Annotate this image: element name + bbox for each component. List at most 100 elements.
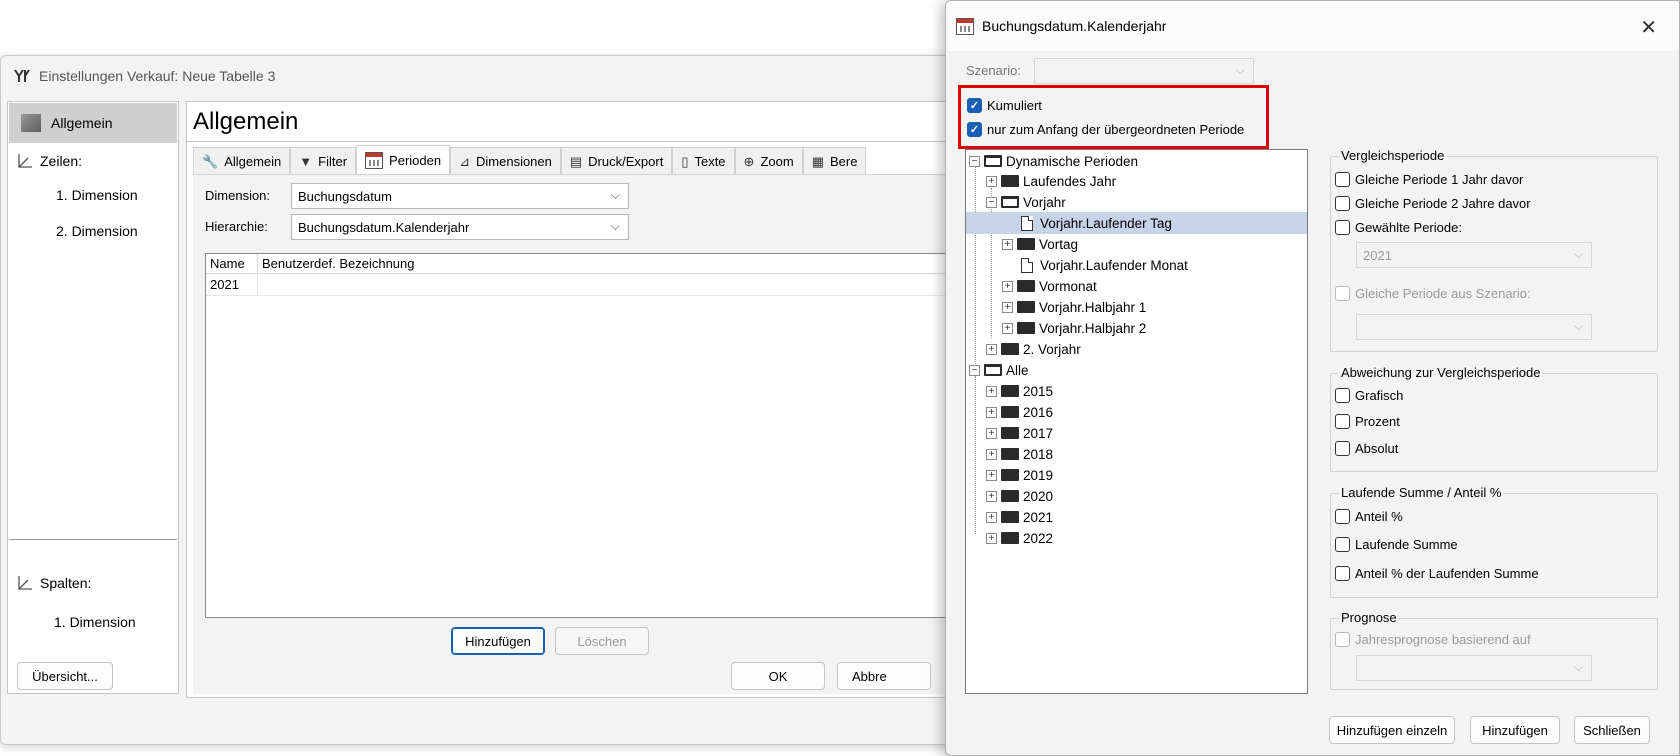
highlight-box bbox=[958, 85, 1269, 149]
tree-node-vorjahr-halbjahr-2[interactable]: + Vorjahr.Halbjahr 2 bbox=[1002, 317, 1146, 339]
tab-perioden[interactable]: Perioden bbox=[356, 145, 451, 175]
dialog-add-button[interactable]: Hinzufügen bbox=[1470, 716, 1560, 744]
tree-node-year[interactable]: +2022 bbox=[986, 527, 1053, 549]
delete-button[interactable]: Löschen bbox=[555, 627, 649, 655]
expand-icon: + bbox=[986, 385, 997, 397]
axis-icon bbox=[18, 154, 32, 168]
nav-rows-header[interactable]: Zeilen: bbox=[16, 152, 82, 170]
left-navigation: Allgemein Zeilen: 1. Dimension 2. Dimens… bbox=[7, 101, 179, 694]
tree-node-year[interactable]: +2018 bbox=[986, 443, 1053, 465]
nav-columns-header[interactable]: Spalten: bbox=[16, 574, 91, 592]
expand-icon: + bbox=[1002, 301, 1013, 313]
ok-button[interactable]: OK bbox=[731, 662, 825, 690]
tab-dimensionen[interactable]: ⊿ Dimensionen bbox=[450, 147, 561, 175]
column-header-name[interactable]: Name bbox=[206, 254, 258, 273]
table-cell-name[interactable]: 2021 bbox=[206, 274, 258, 295]
anteil-laufende-summe-checkbox[interactable]: Anteil % der Laufenden Summe bbox=[1335, 566, 1539, 581]
periods-table: Name Benutzerdef. Bezeichnung 2021 bbox=[205, 253, 959, 618]
tree-node-year[interactable]: +2019 bbox=[986, 464, 1053, 486]
tree-line bbox=[975, 376, 976, 534]
tree-node-2-vorjahr[interactable]: +2. Vorjahr bbox=[986, 338, 1081, 360]
page-title: Allgemein bbox=[187, 102, 959, 142]
content-area: Allgemein 🔧 Allgemein ▼ Filter Perioden ⊿ D… bbox=[186, 101, 959, 698]
collapse-icon: − bbox=[969, 364, 980, 376]
tab-texte[interactable]: ▯ Texte bbox=[672, 147, 735, 175]
tree-node-alle[interactable]: − Alle bbox=[969, 359, 1029, 381]
tree-node-laufendes-jahr[interactable]: + Laufendes Jahr bbox=[986, 170, 1116, 192]
nav-row-dimension-1[interactable]: 1. Dimension bbox=[56, 187, 138, 203]
nav-item-allgemein[interactable]: Allgemein bbox=[9, 103, 177, 143]
tree-node-year[interactable]: +2017 bbox=[986, 422, 1053, 444]
period-tree[interactable]: − Dynamische Perioden + Laufendes Jahr − Vo… bbox=[965, 149, 1308, 694]
checkmark-icon: ✓ bbox=[967, 98, 982, 113]
anteil-checkbox[interactable]: Anteil % bbox=[1335, 509, 1403, 524]
group-title: Prognose bbox=[1339, 610, 1399, 625]
calendar-icon bbox=[956, 17, 974, 35]
folder-icon bbox=[1001, 448, 1019, 460]
tree-node-year[interactable]: +2020 bbox=[986, 485, 1053, 507]
hierarchy-select[interactable]: Buchungsdatum.Kalenderjahr ⌵ bbox=[291, 214, 629, 240]
cancel-button[interactable]: Abbre bbox=[837, 662, 931, 690]
perioden-panel: Dimension: Buchungsdatum ⌵ Hierarchie: B… bbox=[193, 174, 959, 694]
expand-icon: + bbox=[1002, 280, 1013, 292]
dimension-select[interactable]: Buchungsdatum ⌵ bbox=[291, 183, 629, 209]
tree-node-vortag[interactable]: + Vortag bbox=[1002, 233, 1078, 255]
vergleich-1-jahr-checkbox[interactable]: Gleiche Periode 1 Jahr davor bbox=[1335, 172, 1523, 187]
tab-allgemein[interactable]: 🔧 Allgemein bbox=[193, 147, 291, 175]
close-icon[interactable]: ✕ bbox=[1640, 15, 1657, 40]
tab-filter[interactable]: ▼ Filter bbox=[290, 147, 357, 175]
overview-button[interactable]: Übersicht... bbox=[17, 662, 113, 690]
window-title: Einstellungen Verkauf: Neue Tabelle 3 bbox=[13, 68, 275, 84]
settings-tools-icon bbox=[14, 69, 30, 82]
tab-berechnung[interactable]: ▦ Bere bbox=[802, 147, 867, 175]
add-button[interactable]: Hinzufügen bbox=[451, 627, 545, 655]
prozent-checkbox[interactable]: Prozent bbox=[1335, 414, 1400, 429]
gewaehlte-periode-checkbox[interactable]: Gewählte Periode: bbox=[1335, 220, 1462, 235]
zoom-icon: ⊕ bbox=[743, 153, 755, 169]
folder-icon bbox=[1017, 280, 1035, 292]
checkmark-icon: ✓ bbox=[967, 122, 982, 137]
expand-icon: + bbox=[986, 490, 997, 502]
nav-row-dimension-2[interactable]: 2. Dimension bbox=[56, 223, 138, 239]
tree-node-dynamic[interactable]: − Dynamische Perioden bbox=[969, 150, 1138, 172]
tab-zoom[interactable]: ⊕ Zoom bbox=[734, 147, 803, 175]
tab-druck-export[interactable]: ▤ Druck/Export bbox=[560, 147, 673, 175]
tree-node-year[interactable]: +2016 bbox=[986, 401, 1053, 423]
text-icon: ▯ bbox=[681, 153, 689, 169]
folder-icon bbox=[1001, 511, 1019, 523]
tree-node-vorjahr-halbjahr-1[interactable]: + Vorjahr.Halbjahr 1 bbox=[1002, 296, 1146, 318]
folder-icon bbox=[1001, 469, 1019, 481]
expand-icon: + bbox=[986, 511, 997, 523]
document-icon bbox=[1021, 257, 1033, 273]
absolut-checkbox[interactable]: Absolut bbox=[1335, 441, 1398, 456]
vergleich-2-jahre-checkbox[interactable]: Gleiche Periode 2 Jahre davor bbox=[1335, 196, 1531, 211]
tree-node-year[interactable]: +2021 bbox=[986, 506, 1053, 528]
nav-column-dimension-1[interactable]: 1. Dimension bbox=[54, 614, 136, 630]
expand-icon: + bbox=[986, 175, 997, 187]
column-header-custom-label[interactable]: Benutzerdef. Bezeichnung bbox=[258, 256, 415, 271]
anfang-checkbox[interactable]: ✓ nur zum Anfang der übergeordneten Peri… bbox=[967, 122, 1244, 137]
dialog-close-button[interactable]: Schließen bbox=[1574, 716, 1650, 744]
szenario-period-select[interactable]: ⌵ bbox=[1356, 314, 1592, 340]
scenario-select[interactable]: ⌵ bbox=[1034, 58, 1254, 84]
period-select[interactable]: 2021 ⌵ bbox=[1356, 242, 1592, 268]
laufende-summe-checkbox[interactable]: Laufende Summe bbox=[1335, 537, 1458, 552]
jahresprognose-checkbox[interactable]: Jahresprognose basierend auf bbox=[1335, 632, 1531, 647]
expand-icon: + bbox=[986, 427, 997, 439]
kumuliert-checkbox[interactable]: ✓ Kumuliert bbox=[967, 98, 1042, 113]
table-row[interactable]: 2021 bbox=[206, 274, 959, 296]
tree-node-vorjahr-laufender-tag[interactable]: Vorjahr.Laufender Tag bbox=[966, 212, 1307, 234]
add-single-button[interactable]: Hinzufügen einzeln bbox=[1329, 716, 1455, 744]
tree-node-vormonat[interactable]: + Vormonat bbox=[1002, 275, 1097, 297]
tree-node-year[interactable]: +2015 bbox=[986, 380, 1053, 402]
prognose-select[interactable]: ⌵ bbox=[1356, 655, 1592, 681]
folder-icon bbox=[1017, 238, 1035, 250]
grafisch-checkbox[interactable]: Grafisch bbox=[1335, 388, 1403, 403]
tree-node-vorjahr-laufender-monat[interactable]: Vorjahr.Laufender Monat bbox=[1018, 254, 1188, 276]
document-icon bbox=[1021, 215, 1033, 231]
expand-icon: + bbox=[1002, 238, 1013, 250]
chevron-down-icon: ⌵ bbox=[1573, 319, 1583, 333]
tree-node-vorjahr[interactable]: − Vorjahr bbox=[986, 191, 1066, 213]
cube-icon bbox=[21, 114, 41, 132]
szenario-periode-checkbox[interactable]: Gleiche Periode aus Szenario: bbox=[1335, 286, 1531, 301]
